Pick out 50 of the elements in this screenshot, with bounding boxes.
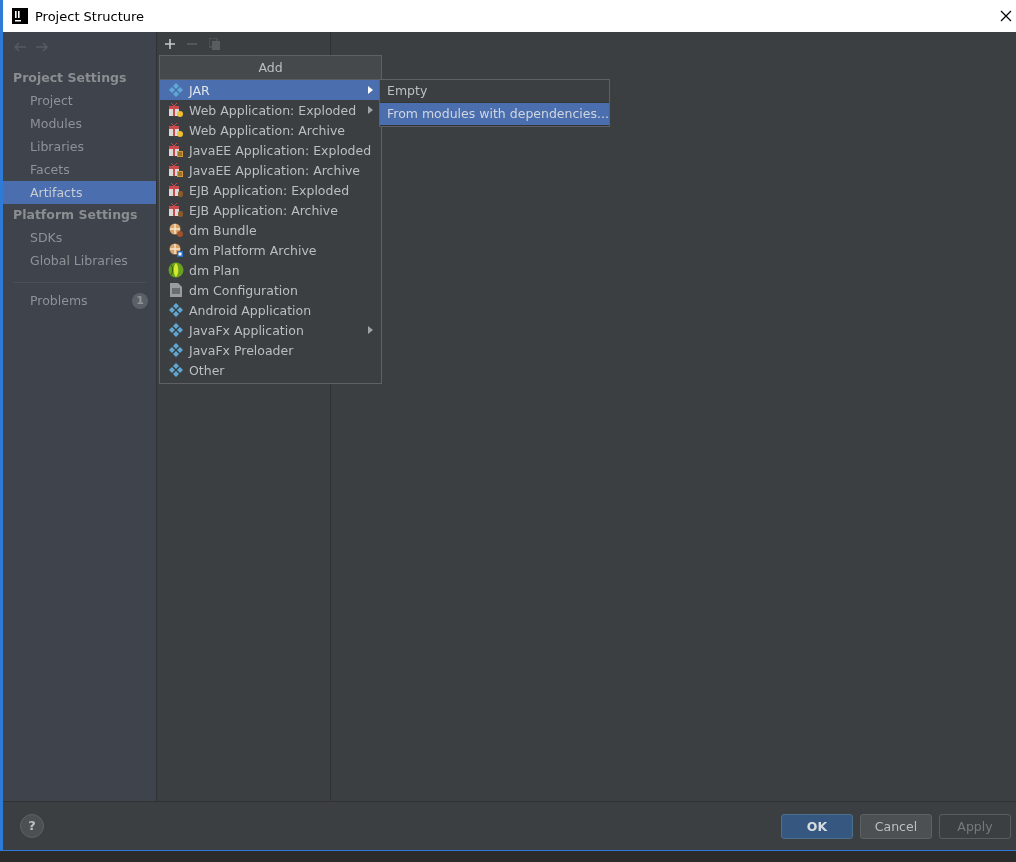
menu-item[interactable]: JavaEE Application: Archive xyxy=(160,160,381,180)
menu-item[interactable]: dm Bundle xyxy=(160,220,381,240)
gift-box-icon xyxy=(169,143,183,157)
diamond-cluster-icon xyxy=(169,83,183,97)
document-icon xyxy=(170,283,182,297)
gift-box-icon xyxy=(169,123,183,137)
menu-item[interactable]: JavaEE Application: Exploded xyxy=(160,140,381,160)
help-button[interactable]: ? xyxy=(20,814,44,838)
sidebar-item[interactable]: Artifacts xyxy=(3,181,156,204)
menu-item[interactable]: Web Application: Archive xyxy=(160,120,381,140)
menu-title: Add xyxy=(160,56,381,80)
sidebar-item[interactable]: Global Libraries xyxy=(3,249,156,272)
menu-item[interactable]: From modules with dependencies... xyxy=(380,103,609,126)
menu-item[interactable]: JavaFx Preloader xyxy=(160,340,381,360)
menu-item[interactable]: dm Plan xyxy=(160,260,381,280)
gift-box-icon xyxy=(169,203,183,217)
forward-arrow-icon[interactable] xyxy=(35,42,49,52)
sidebar-item[interactable]: Project xyxy=(3,89,156,112)
menu-item[interactable]: dm Platform Archive xyxy=(160,240,381,260)
menu-item[interactable]: Android Application xyxy=(160,300,381,320)
sidebar-item[interactable]: Problems xyxy=(30,293,88,308)
menu-item[interactable]: dm Configuration xyxy=(160,280,381,300)
sidebar-item[interactable]: Modules xyxy=(3,112,156,135)
gift-box-icon xyxy=(169,183,183,197)
menu-item[interactable]: Web Application: Exploded xyxy=(160,100,381,120)
dialog-button[interactable]: OK xyxy=(781,813,853,839)
add-icon[interactable] xyxy=(165,39,175,49)
gift-box-icon xyxy=(169,163,183,177)
back-arrow-icon[interactable] xyxy=(13,42,27,52)
diamond-cluster-icon xyxy=(169,303,183,317)
diamond-cluster-icon xyxy=(169,363,183,377)
section-header: Platform Settings xyxy=(12,206,139,224)
sidebar-item[interactable]: Facets xyxy=(3,158,156,181)
diamond-cluster-icon xyxy=(169,323,183,337)
bundle-icon xyxy=(169,243,183,257)
globe-icon xyxy=(168,262,184,278)
sidebar-item[interactable]: SDKs xyxy=(3,226,156,249)
close-icon[interactable] xyxy=(1000,10,1012,22)
menu-item[interactable]: JavaFx Application xyxy=(160,320,381,340)
menu-item[interactable]: Other xyxy=(160,360,381,380)
section-header: Project Settings xyxy=(12,69,128,87)
bundle-icon xyxy=(169,223,183,237)
sidebar-item[interactable]: Libraries xyxy=(3,135,156,158)
window-title: Project Structure xyxy=(35,8,145,24)
menu-item[interactable]: EJB Application: Archive xyxy=(160,200,381,220)
gift-box-icon xyxy=(169,103,183,117)
diamond-cluster-icon xyxy=(169,343,183,357)
dialog-button[interactable]: Cancel xyxy=(860,813,932,839)
menu-item[interactable]: EJB Application: Exploded xyxy=(160,180,381,200)
menu-item[interactable]: JAR xyxy=(160,80,381,100)
